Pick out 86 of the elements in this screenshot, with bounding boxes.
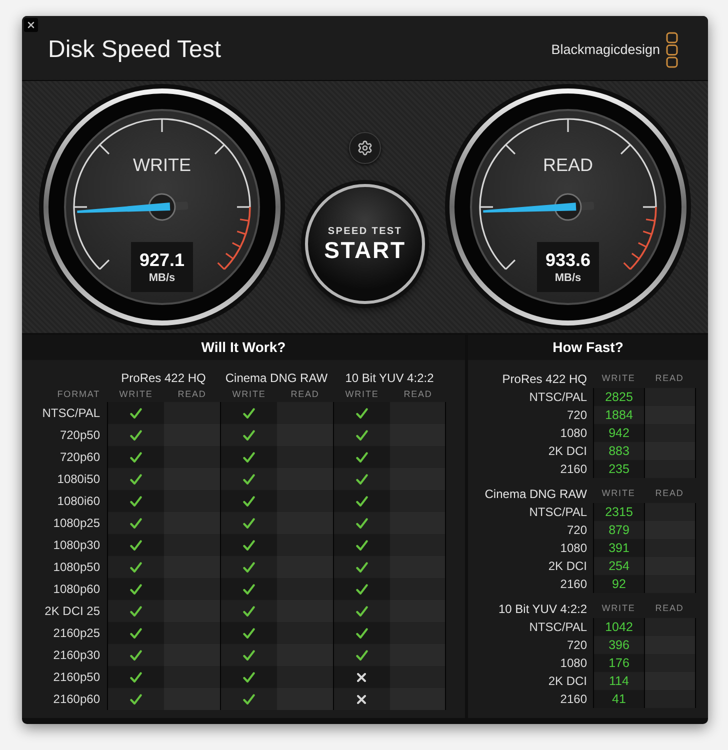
format-label: 1080p30 — [52, 537, 101, 554]
table-cell — [644, 557, 696, 575]
format-label: 2160 — [559, 461, 588, 478]
panel-title: Will It Work? — [22, 335, 465, 360]
table-cell: 396 — [593, 636, 644, 654]
warning-zone — [623, 206, 657, 270]
table-cell — [644, 690, 696, 708]
group-title: ProRes 422 HQ — [501, 371, 588, 388]
format-label: 720 — [566, 522, 588, 539]
format-label: 1080p60 — [52, 581, 101, 598]
format-label: 720 — [566, 407, 588, 424]
format-label: 720p60 — [58, 449, 101, 466]
table-cell — [644, 672, 696, 690]
format-label: 1080p25 — [52, 515, 101, 532]
table-cell — [644, 521, 696, 539]
table-cell: 114 — [593, 672, 644, 690]
format-label: NTSC/PAL — [41, 405, 101, 422]
group-title: 10 Bit YUV 4:2:2 — [498, 601, 588, 618]
speed-value: 927.1 — [139, 249, 185, 271]
format-label: 1080i60 — [56, 493, 101, 510]
format-label: 2160 — [559, 576, 588, 593]
warning-zone — [217, 206, 251, 270]
group-title: ProRes 422 HQ — [120, 370, 207, 387]
group-title: Cinema DNG RAW — [484, 486, 588, 503]
column-header: FORMAT — [56, 388, 101, 402]
column-header: WRITE — [231, 388, 267, 402]
table-cell — [644, 618, 696, 636]
column-header: WRITE — [344, 388, 380, 402]
settings-icon — [357, 140, 373, 156]
brand-name: Blackmagicdesign — [551, 40, 660, 59]
column-header: READ — [290, 388, 320, 402]
format-label: 1080 — [559, 655, 588, 672]
table-cell — [644, 575, 696, 593]
table-cell — [644, 406, 696, 424]
group-title: 10 Bit YUV 4:2:2 — [344, 370, 435, 387]
gauge-label: WRITE — [133, 154, 191, 176]
format-label: 2K DCI — [547, 443, 588, 460]
column-header: READ — [654, 372, 685, 386]
format-label: 2160p30 — [52, 647, 101, 664]
table-cell — [644, 442, 696, 460]
table-cell: 254 — [593, 557, 644, 575]
window-title: Disk Speed Test — [48, 35, 221, 65]
column-header: READ — [654, 602, 685, 616]
table-cell — [644, 539, 696, 557]
format-label: NTSC/PAL — [528, 389, 588, 406]
column-header: READ — [176, 388, 208, 402]
speed-unit: MB/s — [554, 271, 582, 285]
format-label: NTSC/PAL — [528, 619, 588, 636]
table-cell — [644, 460, 696, 478]
column-header: WRITE — [600, 602, 636, 616]
speed-unit: MB/s — [148, 271, 176, 285]
column-header: READ — [402, 388, 434, 402]
table-cell: 879 — [593, 521, 644, 539]
close-icon — [26, 20, 36, 30]
format-label: 2160p50 — [52, 669, 101, 686]
format-label: 2160p25 — [52, 625, 101, 642]
speed-value: 933.6 — [545, 249, 591, 271]
table-cell — [644, 424, 696, 442]
format-label: 2160 — [559, 691, 588, 708]
column-header: WRITE — [118, 388, 154, 402]
gauge-label: READ — [542, 154, 593, 176]
format-label: NTSC/PAL — [528, 504, 588, 521]
stacked-squares-icon — [666, 32, 678, 68]
group-title: Cinema DNG RAW — [224, 370, 329, 387]
settings-button[interactable] — [349, 132, 381, 164]
format-label: 1080 — [559, 425, 588, 442]
table-cell — [644, 388, 696, 406]
format-label: 2K DCI — [547, 673, 588, 690]
table-cell — [644, 654, 696, 672]
format-label: 1080i50 — [56, 471, 101, 488]
format-label: 2K DCI — [547, 558, 588, 575]
format-label: 720 — [566, 637, 588, 654]
table-cell — [644, 503, 696, 521]
format-label: 720p50 — [58, 427, 101, 444]
table-cell: 1884 — [593, 406, 644, 424]
table-cell — [644, 636, 696, 654]
format-label: 2160p60 — [52, 691, 101, 708]
column-header: READ — [654, 487, 685, 500]
column-header: WRITE — [600, 372, 636, 386]
column-header: WRITE — [600, 487, 636, 500]
format-label: 1080 — [559, 540, 588, 557]
panel-title: How Fast? — [468, 335, 708, 360]
format-label: 1080p50 — [52, 559, 101, 576]
close-button[interactable] — [24, 18, 38, 32]
table-cell: 883 — [593, 442, 644, 460]
format-label: 2K DCI 25 — [44, 603, 101, 620]
